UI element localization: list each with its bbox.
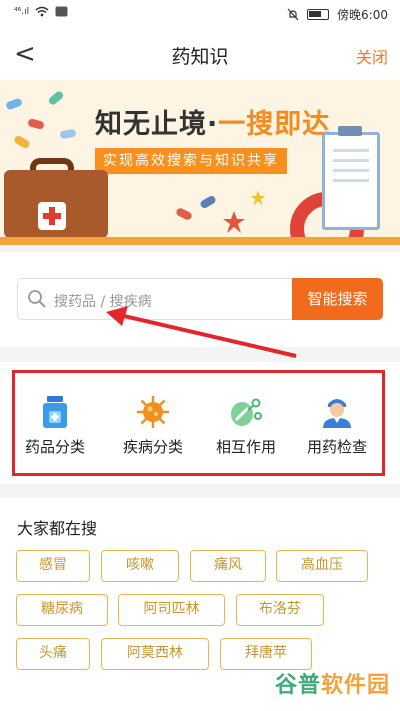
search-placeholder: 搜药品 / 搜疾病 (54, 294, 152, 310)
annotation-highlight-box (12, 370, 385, 476)
pill-icon (13, 134, 31, 150)
pill-icon (59, 128, 77, 140)
starfish-icon (223, 211, 245, 233)
status-left: ⁴⁶.ıl (14, 6, 68, 17)
status-time: 傍晚6:00 (337, 8, 388, 22)
banner-subtitle: 实现高效搜索与知识共享 (95, 148, 287, 174)
message-icon (55, 6, 68, 17)
search-icon (28, 290, 46, 308)
clipboard-icon (322, 132, 380, 230)
banner-title-main: 知无止境· (95, 109, 219, 140)
status-bar: ⁴⁶.ıl 傍晚6:00 (0, 0, 400, 28)
popular-tag[interactable]: 痛风 (190, 550, 266, 582)
popular-tag[interactable]: 布洛芬 (236, 594, 324, 626)
pill-icon (5, 97, 23, 111)
watermark-logo: 谷普软件园 (275, 667, 390, 699)
banner-bottom-strip (0, 237, 400, 245)
nav-bar: < 药知识 关闭 (0, 28, 400, 80)
star-icon (250, 190, 266, 206)
popular-tag[interactable]: 阿司匹林 (118, 594, 225, 626)
popular-title: 大家都在搜 (17, 519, 98, 538)
popular-tag[interactable]: 头痛 (16, 638, 90, 670)
pill-icon (47, 89, 65, 107)
signal-icon: ⁴⁶.ıl (14, 6, 30, 17)
pill-icon (175, 206, 193, 222)
red-cross-icon (38, 202, 66, 230)
banner-title-accent: 一搜即达 (218, 109, 331, 140)
page-title: 药知识 (171, 46, 229, 68)
banner-title: 知无止境·一搜即达 (95, 102, 330, 141)
popular-tag[interactable]: 阿莫西林 (101, 638, 209, 670)
mute-icon (287, 8, 299, 21)
watermark-part2: 软件园 (320, 673, 390, 698)
search-section: 搜药品 / 搜疾病 智能搜索 (0, 252, 400, 347)
popular-tag[interactable]: 糖尿病 (16, 594, 108, 626)
pill-icon (199, 194, 217, 210)
wifi-icon (35, 6, 49, 17)
popular-tag[interactable]: 感冒 (16, 550, 90, 582)
status-right: 傍晚6:00 (287, 6, 388, 23)
clipboard-clip (338, 126, 362, 136)
battery-icon (307, 9, 330, 20)
smart-search-button[interactable]: 智能搜索 (292, 278, 383, 320)
close-button[interactable]: 关闭 (356, 44, 388, 68)
watermark-part1: 谷普 (274, 673, 321, 698)
popular-tag[interactable]: 拜唐苹 (220, 638, 312, 670)
popular-tag[interactable]: 高血压 (276, 550, 368, 582)
search-input[interactable]: 搜药品 / 搜疾病 (17, 278, 293, 320)
pill-icon (27, 118, 45, 130)
banner[interactable]: 知无止境·一搜即达 实现高效搜索与知识共享 (0, 80, 400, 245)
popular-tag[interactable]: 咳嗽 (101, 550, 179, 582)
